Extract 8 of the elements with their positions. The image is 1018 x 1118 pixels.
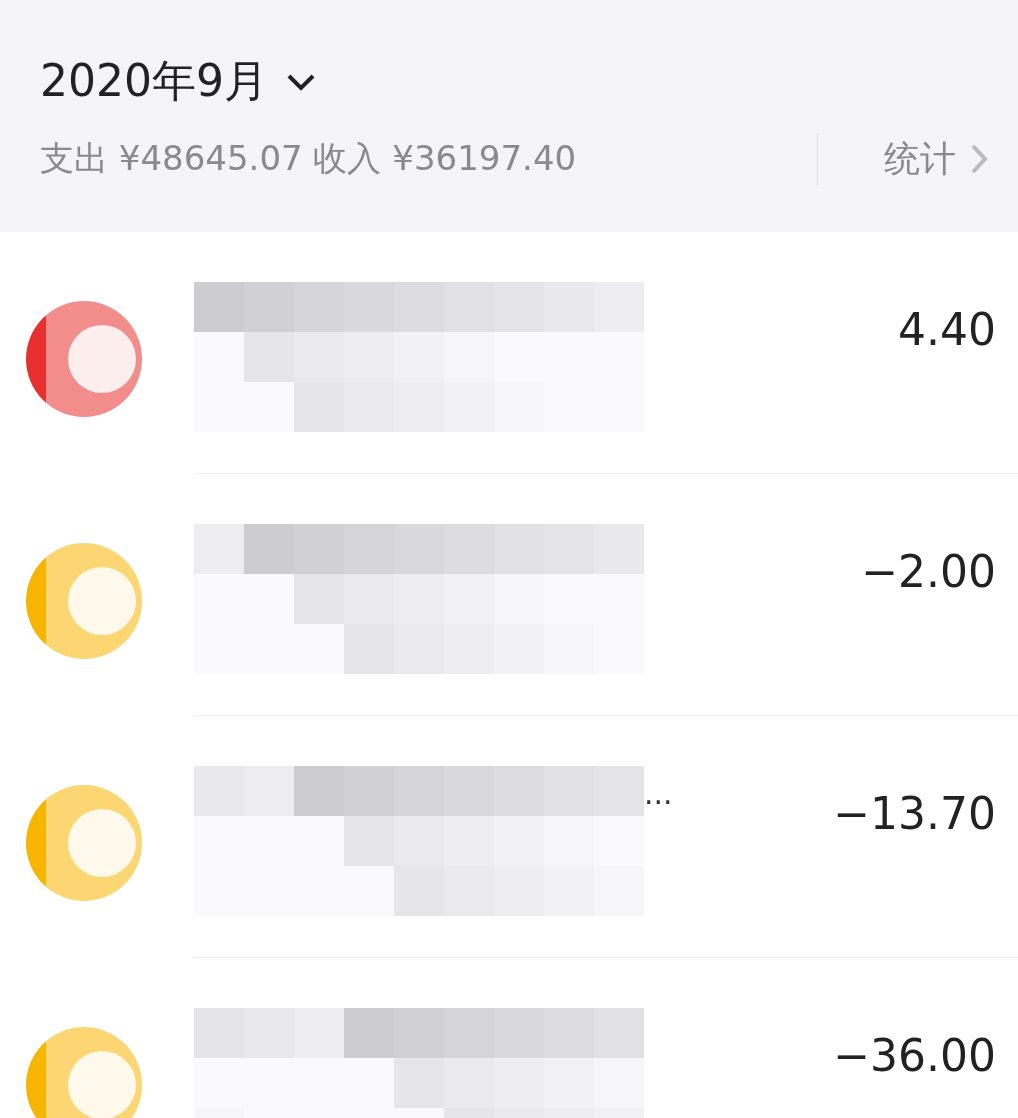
title-ellipsis: ...: [644, 776, 673, 811]
month-selector[interactable]: 2020年9月: [40, 52, 268, 111]
transaction-amount: −36.00: [833, 1030, 996, 1083]
monthly-summary: 支出 ¥48645.07 收入 ¥36197.40: [40, 137, 578, 180]
transaction-amount: 4.40: [898, 304, 996, 357]
chevron-right-icon: [970, 143, 988, 175]
transaction-amount: −2.00: [861, 546, 996, 599]
transaction-amount: −13.70: [833, 788, 996, 841]
